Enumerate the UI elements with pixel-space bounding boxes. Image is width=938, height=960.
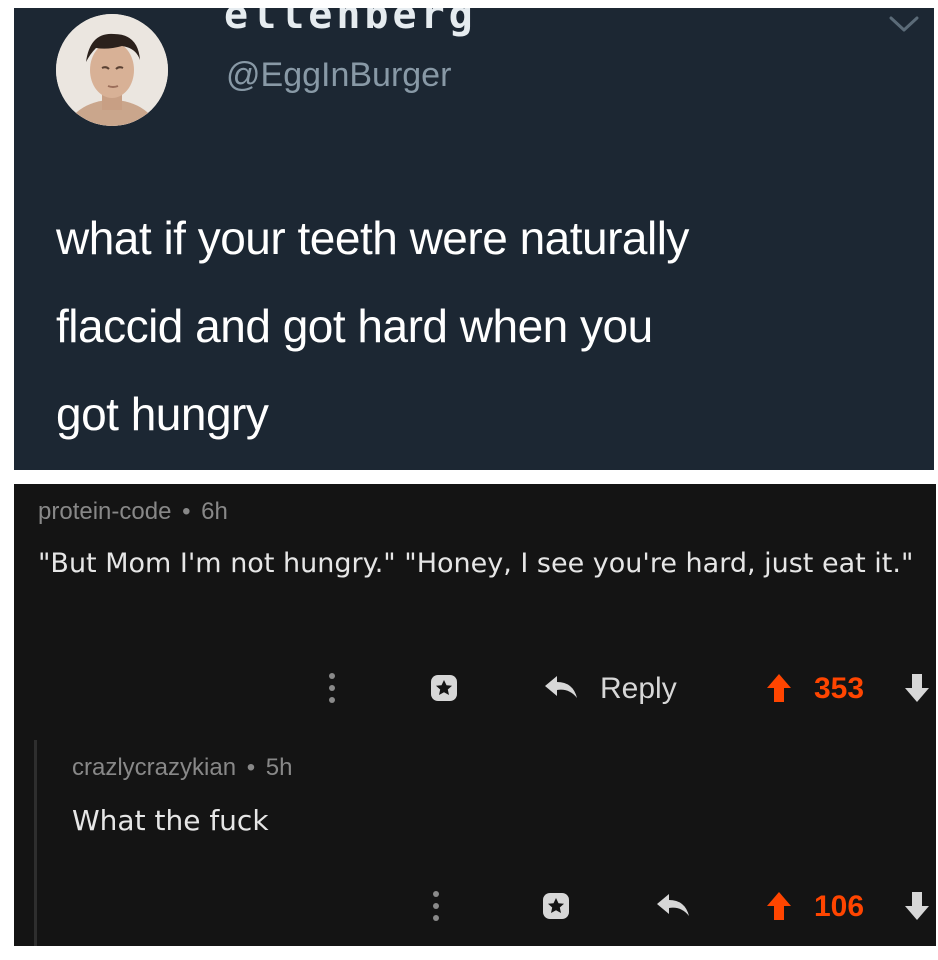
tweet-display-name[interactable]: ellenberg (224, 8, 477, 38)
comment-body: What the fuck (72, 804, 269, 837)
screenshot-frame: ellenberg @EggInBurger what if your teet… (0, 0, 938, 960)
award-icon[interactable] (426, 670, 462, 706)
comment-age: 6h (201, 498, 228, 525)
tweet-text: what if your teeth were naturally flacci… (56, 194, 916, 458)
comment-meta: protein-code • 6h (38, 498, 228, 526)
comment-score: 106 (814, 890, 865, 923)
tweet-card: ellenberg @EggInBurger what if your teet… (14, 8, 934, 470)
comment-age: 5h (265, 754, 293, 781)
tweet-text-line: flaccid and got hard when you (56, 300, 653, 352)
comment-meta: crazlycrazykian • 5h (72, 754, 293, 782)
comment-author[interactable]: crazlycrazykian (72, 754, 236, 781)
comment-author[interactable]: protein-code (38, 498, 171, 525)
tweet-text-line: what if your teeth were naturally (56, 212, 689, 264)
avatar-photo (56, 14, 168, 126)
reddit-comment-thread: protein-code • 6h "But Mom I'm not hungr… (14, 484, 936, 946)
tweet-text-line: got hungry (56, 388, 269, 440)
meta-separator: • (246, 754, 256, 781)
meta-separator: • (182, 498, 191, 525)
reply-button[interactable]: Reply (600, 672, 677, 706)
comment-score: 353 (814, 672, 865, 705)
downvote-arrow-icon[interactable] (900, 670, 934, 706)
more-vertical-icon[interactable] (426, 888, 446, 924)
upvote-arrow-icon[interactable] (762, 670, 796, 706)
chevron-down-icon[interactable] (888, 14, 920, 34)
downvote-arrow-icon[interactable] (900, 888, 934, 924)
reply-arrow-icon[interactable] (652, 890, 696, 922)
comment-body: "But Mom I'm not hungry." "Honey, I see … (38, 548, 914, 579)
avatar[interactable] (56, 14, 168, 126)
more-vertical-icon[interactable] (322, 670, 342, 706)
tweet-handle[interactable]: @EggInBurger (226, 56, 451, 95)
thread-line[interactable] (34, 740, 37, 946)
award-icon[interactable] (538, 888, 574, 924)
upvote-arrow-icon[interactable] (762, 888, 796, 924)
reply-arrow-icon[interactable] (540, 672, 584, 704)
